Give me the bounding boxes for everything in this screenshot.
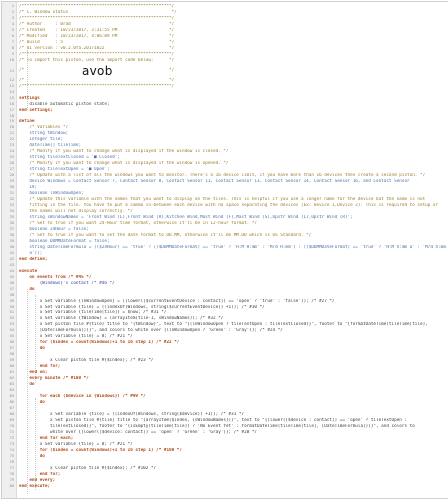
code-text: end execute; <box>19 483 51 489</box>
code-line[interactable]: 11/* */avob <box>2 64 448 78</box>
line-number: 80 <box>9 483 14 488</box>
code-line[interactable]: 80 end execute; <box>2 484 448 490</box>
code-editor[interactable]: 1/**************************************… <box>1 1 448 499</box>
line-number: 11 <box>9 68 14 73</box>
code-lines: 1/**************************************… <box>2 4 448 490</box>
import-code-logo: avob <box>82 63 113 78</box>
